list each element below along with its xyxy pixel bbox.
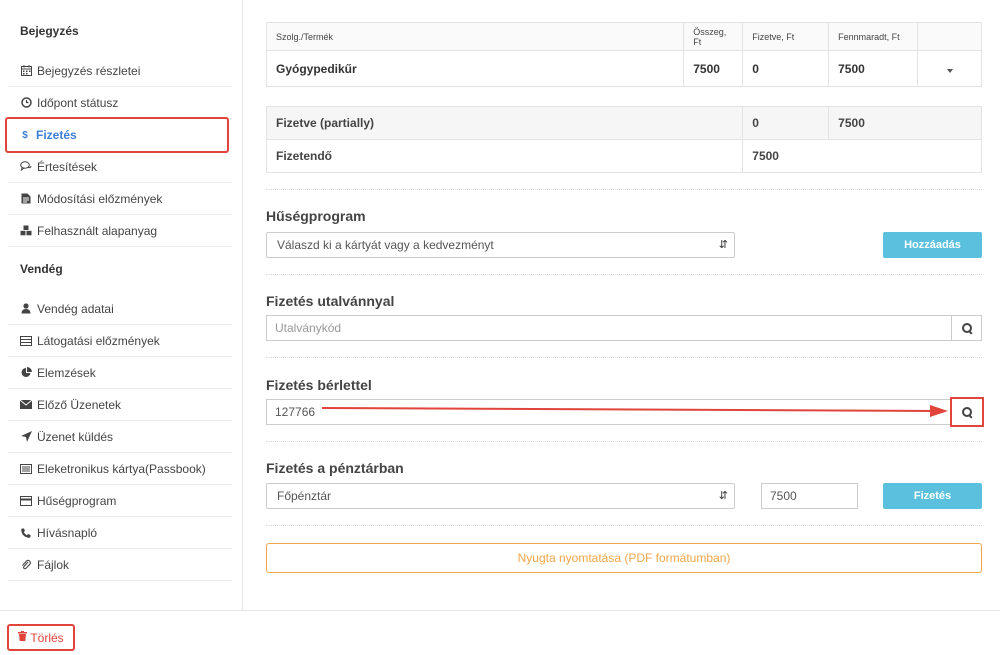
delete-button-label: Törlés xyxy=(30,630,64,645)
sidebar-item-label: Értesítések xyxy=(37,159,98,174)
sidebar-item-label: Üzenet küldés xyxy=(37,429,114,444)
service-remaining: 7500 xyxy=(828,50,919,87)
sidebar-item-label: Fizetés xyxy=(36,128,77,142)
cashier-amount-input[interactable]: 7500 xyxy=(761,483,858,509)
divider xyxy=(266,357,982,358)
column-header-actions xyxy=(917,22,982,51)
table-row: Gyógypedikűr 7500 0 7500 xyxy=(265,50,982,87)
annotation-arrow xyxy=(321,405,948,417)
divider xyxy=(266,441,982,442)
service-paid: 0 xyxy=(742,50,830,87)
service-name: Gyógypedikűr xyxy=(265,50,685,87)
sidebar-item-label: Időpont státusz xyxy=(37,95,119,110)
sidebar-item-change-history[interactable]: Módosítási előzmények xyxy=(8,183,232,215)
sidebar-item-label: Elemzések xyxy=(37,365,96,380)
delete-button[interactable]: Törlés xyxy=(7,624,75,651)
user-icon xyxy=(20,303,32,315)
paperclip-icon xyxy=(20,559,32,571)
sidebar-item-files[interactable]: Fájlok xyxy=(8,549,232,581)
sidebar-item-previous-messages[interactable]: Előző Üzenetek xyxy=(8,389,232,421)
card-icon xyxy=(20,495,32,507)
search-icon xyxy=(962,407,972,417)
sidebar-item-label: Látogatási előzmények xyxy=(37,333,160,348)
sidebar-item-used-materials[interactable]: Felhasznált alapanyag xyxy=(8,215,232,247)
pass-title: Fizetés bérlettel xyxy=(266,377,372,393)
voucher-code-input[interactable]: Utalványkód xyxy=(266,315,952,341)
sidebar-item-label: Hűségprogram xyxy=(37,493,117,508)
sidebar-item-appointment-status[interactable]: Időpont státusz xyxy=(8,87,232,119)
search-icon xyxy=(961,323,972,333)
select-arrows-icon: ⇵ xyxy=(718,490,728,502)
due-value: 7500 xyxy=(742,139,982,173)
remaining-value: 7500 xyxy=(828,106,982,140)
voucher-search-button[interactable] xyxy=(952,315,982,341)
sidebar-item-guest-data[interactable]: Vendég adatai xyxy=(8,293,232,325)
due-label: Fizetendő xyxy=(265,139,744,173)
sidebar-item-label: Fájlok xyxy=(37,557,70,572)
comments-icon xyxy=(20,161,32,173)
divider xyxy=(266,274,982,275)
footer-divider xyxy=(0,610,1000,611)
voucher-placeholder: Utalványkód xyxy=(275,321,342,335)
loyalty-select-value: Válaszd ki a kártyát vagy a kedvezményt xyxy=(277,238,494,252)
clock-icon xyxy=(20,97,32,109)
column-header-amount: Összeg, Ft xyxy=(683,22,744,51)
sidebar-item-label: Eleketronikus kártya(Passbook) xyxy=(37,461,206,476)
sidebar-item-label: Bejegyzés részletei xyxy=(37,63,141,78)
envelope-icon xyxy=(20,399,32,411)
services-table: Szolg./Termék Összeg, Ft Fizetve, Ft Fen… xyxy=(265,22,982,87)
cashier-title: Fizetés a pénztárban xyxy=(266,460,404,476)
card-icon xyxy=(20,463,32,475)
divider xyxy=(266,189,982,190)
cubes-icon xyxy=(20,225,32,237)
sidebar-item-entry-details[interactable]: Bejegyzés részletei xyxy=(8,55,232,87)
loyalty-select[interactable]: Válaszd ki a kártyát vagy a kedvezményt … xyxy=(266,232,735,258)
cashier-amount-value: 7500 xyxy=(770,489,797,503)
sidebar-item-passbook[interactable]: Eleketronikus kártya(Passbook) xyxy=(8,453,232,485)
sidebar: Bejegyzés Bejegyzés részletei Időpont st… xyxy=(0,0,243,610)
caret-down-icon xyxy=(946,68,953,73)
sidebar-item-call-log[interactable]: Hívásnapló xyxy=(8,517,232,549)
sidebar-item-send-message[interactable]: Üzenet küldés xyxy=(8,421,232,453)
sidebar-item-label: Felhasznált alapanyag xyxy=(37,223,158,238)
paid-label: Fizetve (partially) xyxy=(265,106,744,140)
column-header-paid: Fizetve, Ft xyxy=(742,22,830,51)
sidebar-item-label: Vendég adatai xyxy=(37,301,114,316)
column-header-remaining: Fennmaradt, Ft xyxy=(828,22,919,51)
trash-icon xyxy=(18,631,28,644)
loyalty-add-button[interactable]: Hozzáadás xyxy=(883,232,982,258)
loyalty-title: Hűségprogram xyxy=(266,208,366,224)
sidebar-section-title-guest: Vendég xyxy=(20,262,63,276)
paid-value: 0 xyxy=(742,106,830,140)
cashier-select[interactable]: Főpénztár ⇵ xyxy=(266,483,735,509)
sidebar-item-label: Módosítási előzmények xyxy=(37,191,163,206)
list-icon xyxy=(20,335,32,347)
send-icon xyxy=(20,431,32,443)
sidebar-item-loyalty[interactable]: Hűségprogram xyxy=(8,485,232,517)
file-icon xyxy=(20,193,32,205)
cashier-select-value: Főpénztár xyxy=(277,489,332,503)
calendar-icon xyxy=(20,65,32,77)
pie-chart-icon xyxy=(20,367,32,379)
column-header-service: Szolg./Termék xyxy=(265,22,685,51)
cashier-pay-button[interactable]: Fizetés xyxy=(883,483,982,509)
voucher-title: Fizetés utalvánnyal xyxy=(266,293,395,309)
select-arrows-icon: ⇵ xyxy=(718,239,728,251)
payment-summary-table: Fizetve (partially) 0 7500 Fizetendő 750… xyxy=(265,106,982,173)
phone-icon xyxy=(20,527,32,539)
divider xyxy=(266,525,982,526)
sidebar-item-analytics[interactable]: Elemzések xyxy=(8,357,232,389)
sidebar-item-payment[interactable]: $ Fizetés xyxy=(5,117,229,153)
sidebar-item-label: Hívásnapló xyxy=(37,525,98,540)
sidebar-section-title-entry: Bejegyzés xyxy=(20,24,79,38)
sidebar-item-notifications[interactable]: Értesítések xyxy=(8,151,232,183)
service-amount: 7500 xyxy=(683,50,744,87)
dollar-icon: $ xyxy=(22,129,28,141)
sidebar-item-label: Előző Üzenetek xyxy=(37,397,122,412)
sidebar-item-visit-history[interactable]: Látogatási előzmények xyxy=(8,325,232,357)
print-receipt-button[interactable]: Nyugta nyomtatása (PDF formátumban) xyxy=(266,543,982,573)
row-expand-button[interactable] xyxy=(917,50,982,87)
